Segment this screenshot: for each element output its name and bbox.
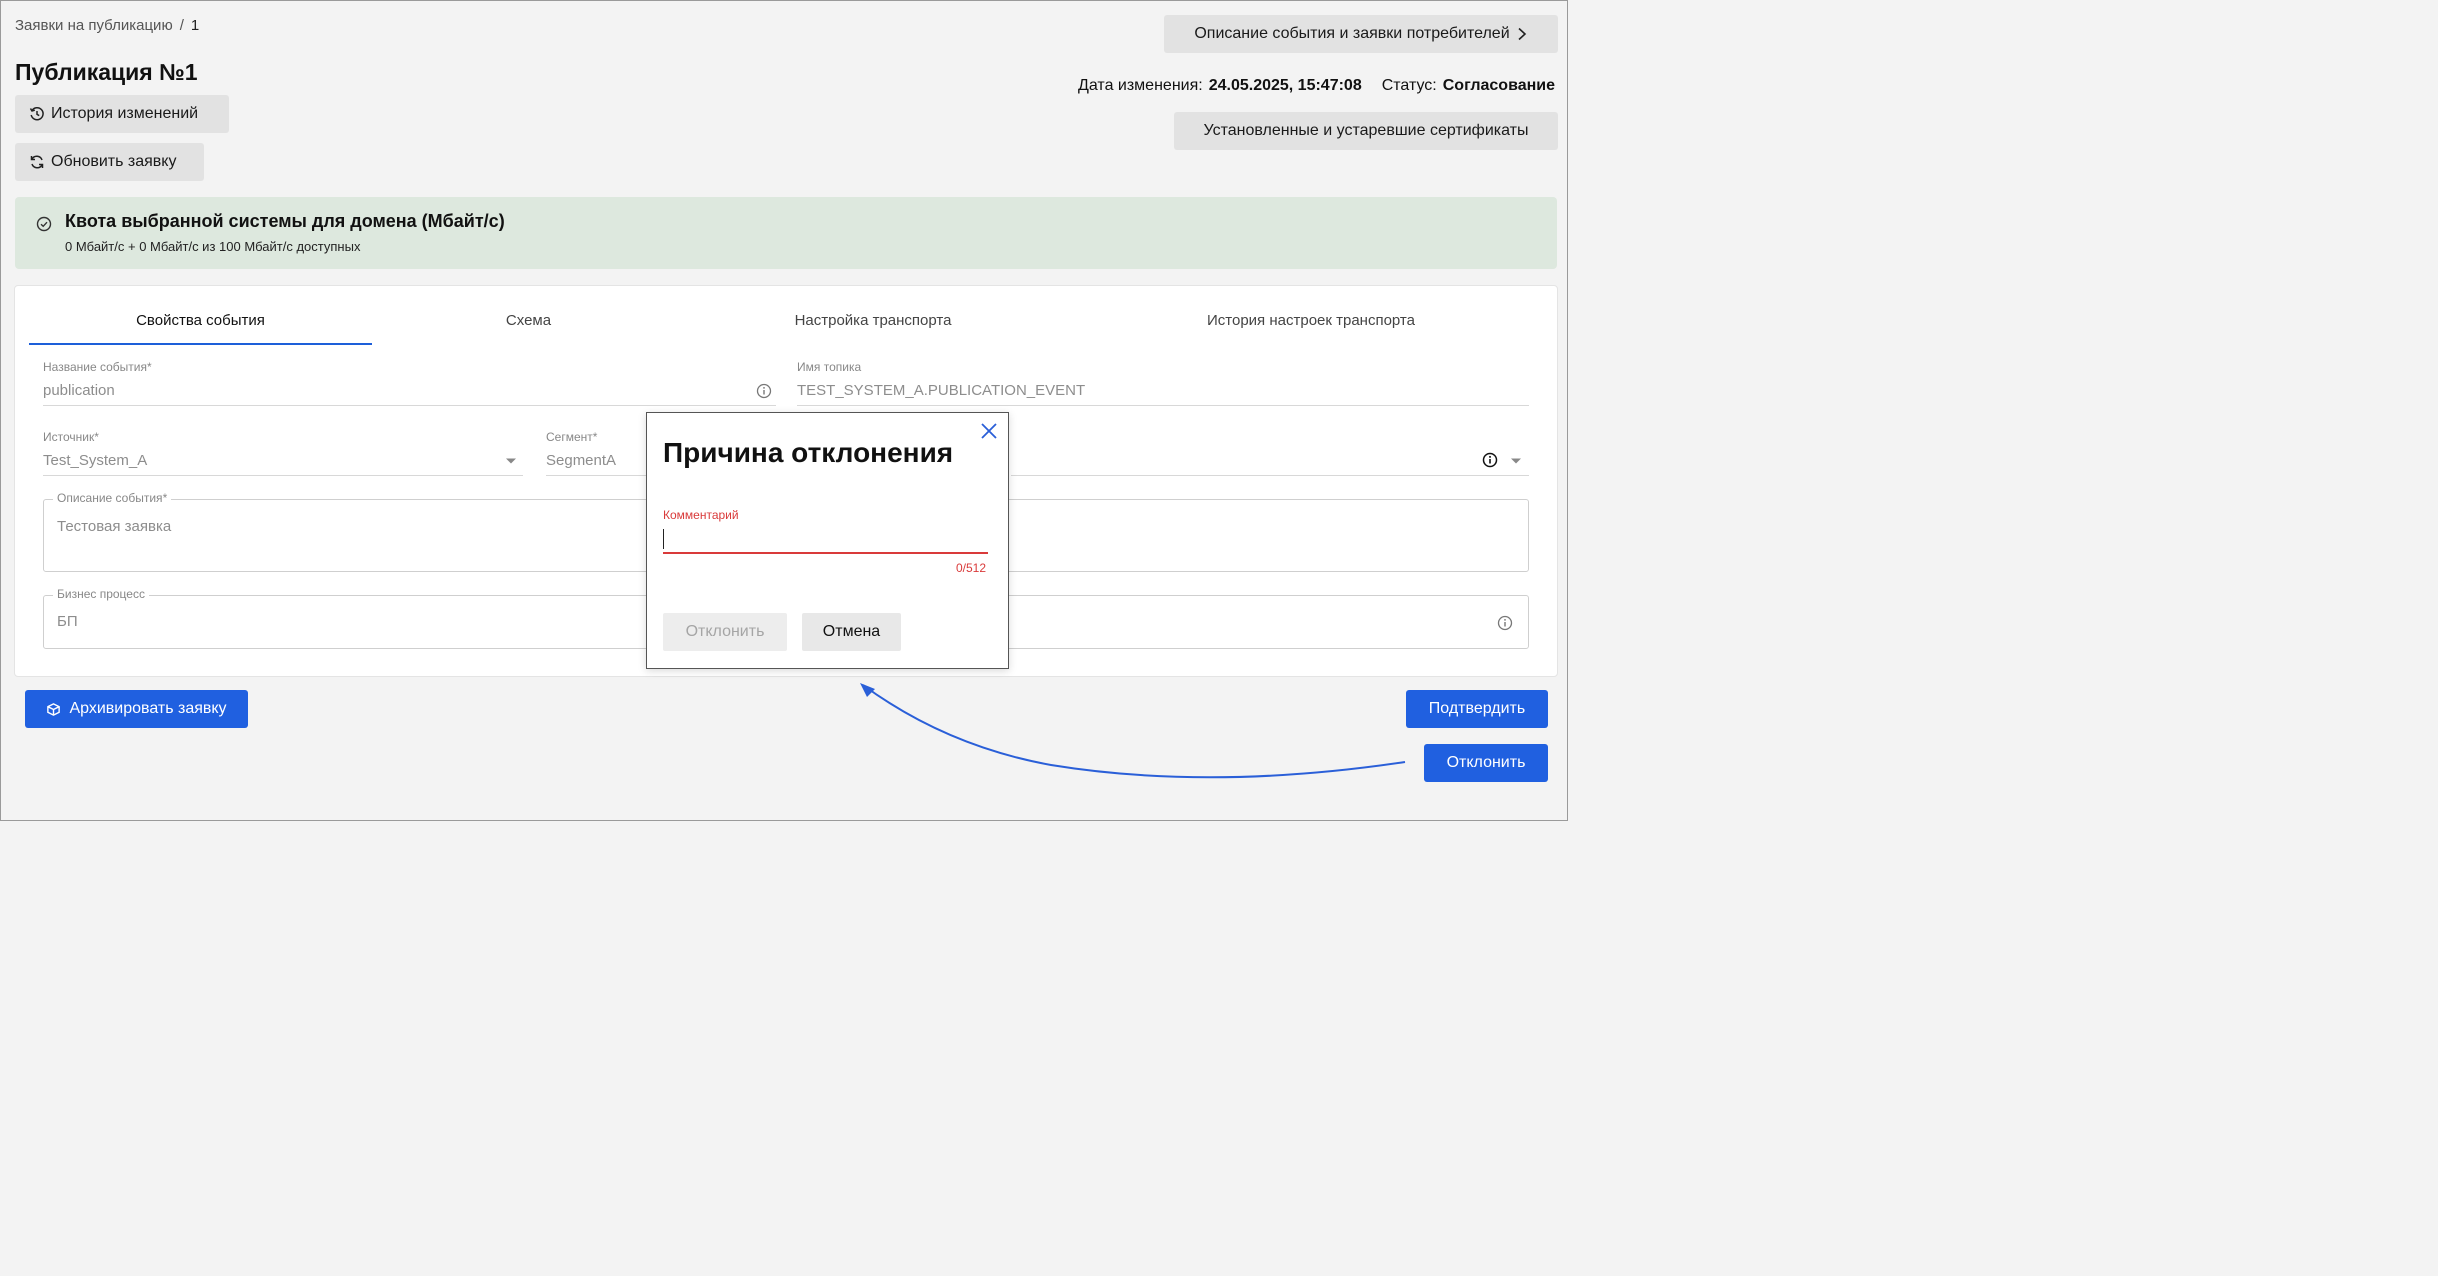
tab-transport-history[interactable]: История настроек транспорта <box>1061 312 1561 329</box>
app-window: Заявки на публикацию / 1 Публикация №1 И… <box>0 0 1568 821</box>
archive-icon <box>47 702 61 716</box>
info-icon[interactable] <box>756 383 772 399</box>
refresh-request-button[interactable]: Обновить заявку <box>15 143 204 181</box>
history-button[interactable]: История изменений <box>15 95 229 133</box>
breadcrumb: Заявки на публикацию / 1 <box>15 17 199 34</box>
chevron-right-icon <box>1518 27 1526 41</box>
status-label: Статус: <box>1381 77 1437 94</box>
tab-transport-settings[interactable]: Настройка транспорта <box>685 312 1061 329</box>
event-name-field[interactable]: publication <box>43 382 115 399</box>
dialog-cancel-button[interactable]: Отмена <box>802 613 901 651</box>
tab-schema[interactable]: Схема <box>372 312 685 329</box>
request-meta: Дата изменения: 24.05.2025, 15:47:08 Ста… <box>1078 77 1555 95</box>
info-icon[interactable] <box>1482 452 1498 468</box>
breadcrumb-link-requests[interactable]: Заявки на публикацию <box>15 17 173 34</box>
breadcrumb-separator: / <box>179 17 184 34</box>
business-process-value: БП <box>57 613 78 630</box>
status-value: Согласование <box>1442 77 1555 94</box>
quota-title: Квота выбранной системы для домена (Мбай… <box>65 211 505 231</box>
character-counter: 0/512 <box>955 561 986 575</box>
dropdown-arrow-icon[interactable] <box>505 457 517 465</box>
dropdown-arrow-icon[interactable] <box>1510 457 1522 465</box>
page-title: Публикация №1 <box>15 59 198 85</box>
dialog-title: Причина отклонения <box>663 437 954 468</box>
quota-banner: Квота выбранной системы для домена (Мбай… <box>15 197 1557 269</box>
certificates-button[interactable]: Установленные и устаревшие сертификаты <box>1174 112 1558 150</box>
business-process-label: Бизнес процесс <box>53 587 149 601</box>
event-description-value: Тестовая заявка <box>57 518 172 535</box>
comment-input[interactable] <box>663 526 988 552</box>
refresh-icon <box>30 155 44 169</box>
active-tab-indicator <box>29 343 372 345</box>
event-description-label: Описание события* <box>53 491 172 505</box>
topic-name-field[interactable]: TEST_SYSTEM_A.PUBLICATION_EVENT <box>797 382 1085 399</box>
close-icon[interactable] <box>979 421 999 441</box>
topic-name-label: Имя топика <box>797 360 862 374</box>
refresh-button-label: Обновить заявку <box>51 153 177 170</box>
segment-label: Сегмент* <box>546 430 598 444</box>
event-description-button[interactable]: Описание события и заявки потребителей <box>1164 15 1558 53</box>
event-name-label: Название события* <box>43 360 152 374</box>
history-button-label: История изменений <box>51 105 199 122</box>
source-select[interactable]: Test_System_A <box>43 452 147 469</box>
confirm-button[interactable]: Подтвердить <box>1406 690 1548 728</box>
reject-button[interactable]: Отклонить <box>1424 744 1548 782</box>
source-label: Источник* <box>43 430 99 444</box>
breadcrumb-current: 1 <box>190 17 200 34</box>
segment-select[interactable]: SegmentA <box>546 452 616 469</box>
text-caret <box>663 529 664 549</box>
archive-button-label: Архивировать заявку <box>69 700 227 717</box>
comment-underline <box>663 552 988 554</box>
dialog-reject-button[interactable]: Отклонить <box>663 613 787 651</box>
history-icon <box>29 106 44 121</box>
date-label: Дата изменения: <box>1078 77 1203 94</box>
tab-event-properties[interactable]: Свойства события <box>29 312 372 329</box>
info-icon[interactable] <box>1497 615 1513 631</box>
certificates-label: Установленные и устаревшие сертификаты <box>1203 122 1529 139</box>
archive-request-button[interactable]: Архивировать заявку <box>25 690 248 728</box>
quota-subtitle: 0 Мбайт/с + 0 Мбайт/с из 100 Мбайт/с дос… <box>65 239 361 254</box>
event-description-label: Описание события и заявки потребителей <box>1194 25 1510 42</box>
reject-reason-dialog: Причина отклонения Комментарий 0/512 Отк… <box>646 412 1009 669</box>
check-circle-icon <box>36 216 52 232</box>
comment-label: Комментарий <box>663 508 739 522</box>
date-value: 24.05.2025, 15:47:08 <box>1208 77 1362 94</box>
